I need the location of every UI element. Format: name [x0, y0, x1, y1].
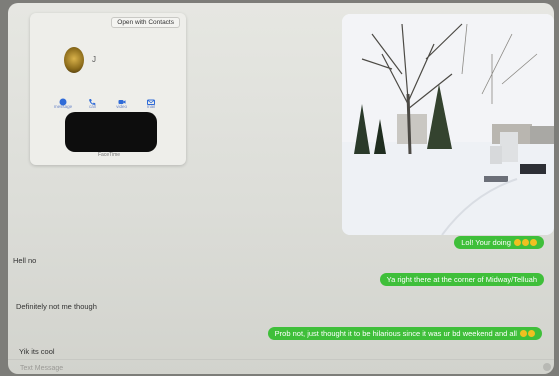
- video-icon: [118, 93, 126, 104]
- call-action-label: call: [88, 104, 96, 109]
- message-text: Lol! Your doing: [461, 238, 511, 247]
- outgoing-message-1[interactable]: Lol! Your doing: [454, 236, 544, 249]
- contact-card: Open with Contacts J message call video: [30, 13, 186, 165]
- open-with-contacts-button[interactable]: Open with Contacts: [111, 17, 180, 28]
- message-photo[interactable]: [342, 14, 554, 235]
- contact-actions: message call video mail: [52, 93, 162, 109]
- outgoing-message-3[interactable]: Prob not, just thought it to be hilariou…: [267, 327, 542, 340]
- message-text: Prob not, just thought it to be hilariou…: [274, 329, 517, 338]
- message-action-button[interactable]: message: [52, 93, 74, 109]
- text-message-input[interactable]: Text Message: [20, 365, 63, 372]
- redaction-mark: [65, 112, 157, 152]
- incoming-message-2[interactable]: Definitely not me though: [16, 302, 97, 311]
- video-action-button[interactable]: video: [111, 93, 133, 109]
- message-icon: [59, 93, 67, 106]
- laughing-emoji-icon: [522, 239, 529, 246]
- winter-street-scene-image: [342, 14, 554, 235]
- messages-screen: Open with Contacts J message call video: [8, 3, 554, 374]
- message-input-bar: Text Message: [8, 359, 554, 374]
- mail-icon: [146, 93, 155, 105]
- facetime-label: FaceTime: [98, 152, 121, 158]
- phone-icon: [88, 93, 96, 105]
- video-action-label: video: [116, 104, 128, 109]
- laughing-emoji-icon: [528, 330, 535, 337]
- laughing-emoji-icon: [530, 239, 537, 246]
- avatar[interactable]: [64, 47, 84, 73]
- message-action-label: message: [53, 104, 73, 109]
- message-text: Ya right there at the corner of Midway/T…: [386, 275, 537, 284]
- laughing-emoji-icon: [520, 330, 527, 337]
- mail-action-label: mail: [146, 104, 156, 109]
- contact-name: J: [92, 55, 96, 64]
- incoming-message-3[interactable]: Yik its cool: [19, 347, 55, 356]
- outgoing-message-2[interactable]: Ya right there at the corner of Midway/T…: [379, 273, 544, 286]
- mail-action-button[interactable]: mail: [140, 93, 162, 109]
- incoming-message-1[interactable]: Hell no: [13, 256, 36, 265]
- send-icon[interactable]: [543, 363, 551, 371]
- call-action-button[interactable]: call: [81, 93, 103, 109]
- laughing-emoji-icon: [514, 239, 521, 246]
